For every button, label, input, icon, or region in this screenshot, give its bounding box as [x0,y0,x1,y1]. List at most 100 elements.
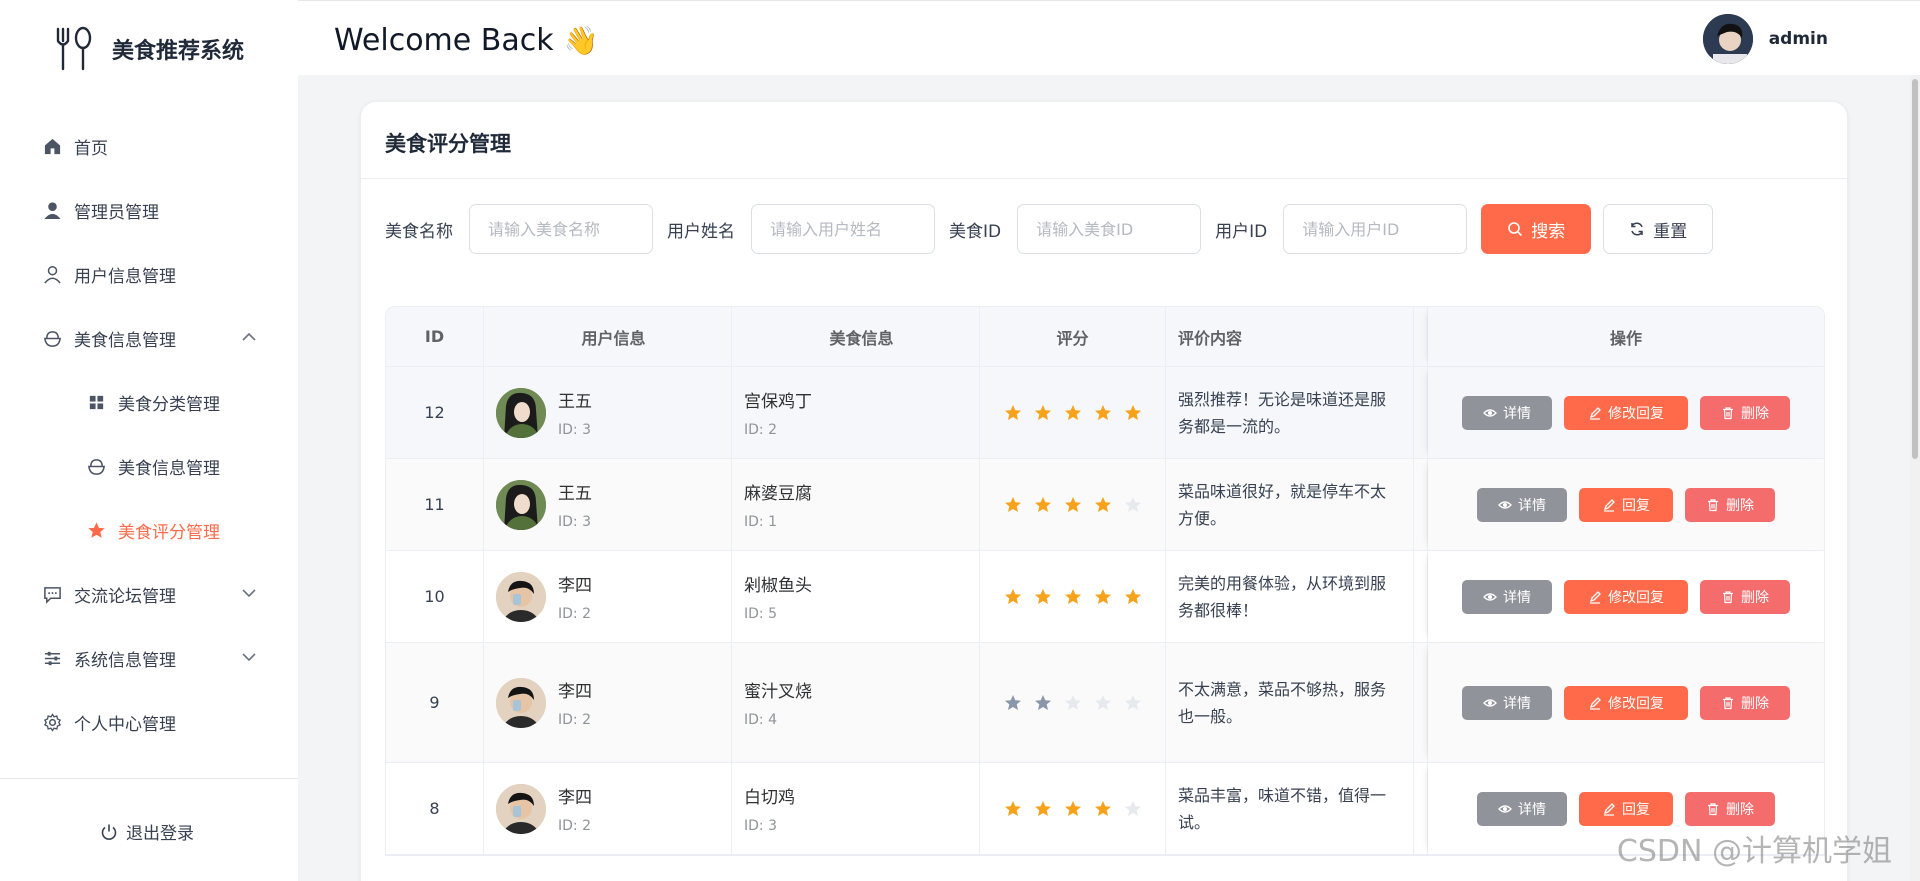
reply-button[interactable]: 修改回复 [1564,579,1688,614]
delete-button-label: 删除 [1741,695,1769,712]
user-name-input[interactable] [751,204,935,254]
reply-button[interactable]: 回复 [1579,487,1673,522]
food-info: 麻婆豆腐 ID: 1 [744,479,812,530]
sidebar-item-label: 美食分类管理 [118,394,220,415]
detail-button[interactable]: 详情 [1462,395,1552,430]
sidebar-item-users[interactable]: 用户信息管理 [0,242,298,306]
sidebar-item-food-rating[interactable]: 美食评分管理 [0,498,298,562]
column-header-actions[interactable]: 操作 [1428,307,1824,366]
delete-button[interactable]: 删除 [1685,791,1775,826]
food-id: ID: 5 [744,606,777,622]
reset-button[interactable]: 重置 [1603,204,1714,254]
food-id-input[interactable] [1017,204,1202,254]
reply-button[interactable]: 修改回复 [1564,685,1688,720]
user-id-input[interactable] [1283,204,1468,254]
cell-content: 菜品丰富，味道不错，值得一试。 [1166,763,1414,854]
table-row[interactable]: 12 王五 ID: 3 宫保鸡丁 ID: 2 强烈推荐！无论是味道还是服务都是一… [386,367,1824,459]
sidebar-item-system[interactable]: 系统信息管理 [0,626,298,690]
column-header-user[interactable]: 用户信息 [484,307,732,366]
cell-id: 11 [386,459,484,550]
eye-icon [1483,592,1497,601]
logout-label: 退出登录 [126,824,194,844]
row-actions: 详情 回复 删除 [1471,487,1781,522]
user-id-label: 用户ID [1215,221,1268,242]
rating-star-icon [1064,588,1081,604]
edit-icon [1589,590,1601,604]
rating-star-icon [1034,800,1051,816]
delete-button[interactable]: 删除 [1700,685,1790,720]
sidebar-item-food-category[interactable]: 美食分类管理 [0,370,298,434]
edit-icon [1589,406,1601,420]
cell-rating [980,459,1166,550]
search-button[interactable]: 搜索 [1481,204,1592,254]
delete-button-label: 删除 [1741,589,1769,606]
table-row[interactable]: 9 李四 ID: 2 蜜汁叉烧 ID: 4 不太满意，菜品不够热，服务也一般。 … [386,643,1824,763]
logout-button[interactable]: 退出登录 [100,819,194,844]
rating-star-icon [1034,404,1051,420]
food-name: 宫保鸡丁 [744,392,812,412]
sliders-icon [42,648,62,668]
rating-star-icon [1004,588,1021,604]
sidebar-item-food-info-group[interactable]: 美食信息管理 [0,306,298,370]
cell-spacer [1414,643,1428,762]
rating-stars [998,496,1148,514]
food-name-input[interactable] [469,204,653,254]
detail-button[interactable]: 详情 [1462,579,1552,614]
reply-button[interactable]: 回复 [1579,791,1673,826]
table-row[interactable]: 11 王五 ID: 3 麻婆豆腐 ID: 1 菜品味道很好，就是停车不太方便。 … [386,459,1824,551]
sidebar-item-admin[interactable]: 管理员管理 [0,178,298,242]
sidebar-item-profile[interactable]: 个人中心管理 [0,690,298,754]
food-id: ID: 2 [744,422,777,438]
search-form: 美食名称 用户姓名 美食ID 用户ID 搜索 重置 [385,204,1714,254]
delete-button[interactable]: 删除 [1700,395,1790,430]
refresh-icon [1631,222,1643,236]
column-header-food[interactable]: 美食信息 [732,307,980,366]
sidebar-item-label: 美食信息管理 [74,330,176,351]
reply-button-label: 修改回复 [1608,695,1664,712]
sidebar-item-food-info[interactable]: 美食信息管理 [0,434,298,498]
column-header-id[interactable]: ID [386,307,484,366]
scrollbar-thumb[interactable] [1912,79,1918,459]
sidebar: 美食推荐系统 首页 管理员管理 用户信息管理 美食信息管理 美食分类管理 美食信… [0,0,298,881]
detail-button-label: 详情 [1518,497,1546,514]
detail-button[interactable]: 详情 [1462,685,1552,720]
cell-spacer [1414,367,1428,458]
delete-button[interactable]: 删除 [1700,579,1790,614]
detail-button[interactable]: 详情 [1477,791,1567,826]
reply-button[interactable]: 修改回复 [1564,395,1688,430]
app-title: 美食推荐系统 [112,39,245,64]
sidebar-item-home[interactable]: 首页 [0,114,298,178]
table-row[interactable]: 10 李四 ID: 2 剁椒鱼头 ID: 5 完美的用餐体验，从环境到服务都很棒… [386,551,1824,643]
delete-button[interactable]: 删除 [1685,487,1775,522]
user-filled-icon [42,200,62,220]
review-text: 不太满意，菜品不够热，服务也一般。 [1178,679,1387,726]
page-title: 美食评分管理 [385,132,511,156]
user-name: 王五 [558,392,592,412]
rating-star-icon [1064,694,1081,710]
table-row[interactable]: 8 李四 ID: 2 白切鸡 ID: 3 菜品丰富，味道不错，值得一试。 详情 … [386,763,1824,855]
detail-button-label: 详情 [1503,695,1531,712]
grid-icon [86,392,106,412]
page-scrollbar[interactable] [1910,75,1920,881]
rating-stars [998,694,1148,712]
rating-star-icon [1064,496,1081,512]
detail-button[interactable]: 详情 [1477,487,1567,522]
cell-food: 白切鸡 ID: 3 [732,763,980,854]
user-menu[interactable]: admin [1702,14,1828,64]
cell-content: 完美的用餐体验，从环境到服务都很棒！ [1166,551,1414,642]
user-info: 李四 ID: 2 [558,783,592,834]
avatar [1702,14,1753,64]
column-header-content[interactable]: 评价内容 [1166,307,1414,366]
sidebar-item-label: 美食评分管理 [118,522,220,543]
cell-actions: 详情 回复 删除 [1428,459,1824,550]
reply-button-label: 回复 [1622,801,1650,818]
column-header-rating[interactable]: 评分 [980,307,1166,366]
trash-icon [1708,802,1718,815]
rating-management-card: 美食评分管理 美食名称 用户姓名 美食ID 用户ID 搜索 重置 ID 用户信息… [360,101,1848,881]
sidebar-item-label: 美食信息管理 [118,458,220,479]
sidebar-item-forum[interactable]: 交流论坛管理 [0,562,298,626]
avatar [496,677,546,728]
cell-food: 蜜汁叉烧 ID: 4 [732,643,980,762]
home-icon [42,136,62,156]
cell-actions: 详情 修改回复 删除 [1428,551,1824,642]
